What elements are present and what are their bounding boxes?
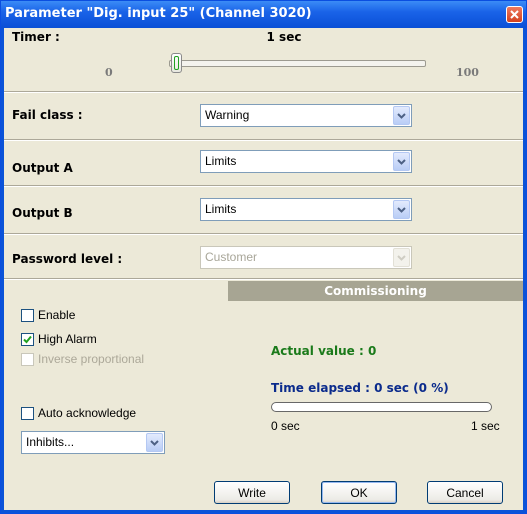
- write-button[interactable]: Write: [214, 481, 290, 504]
- inverse-proportional-checkbox: Inverse proportional: [21, 352, 144, 366]
- progress-max-label: 1 sec: [471, 419, 500, 433]
- checkmark-icon: [23, 335, 32, 343]
- divider: [4, 139, 523, 141]
- chevron-down-icon: [150, 439, 159, 446]
- password-level-select: Customer: [200, 246, 412, 269]
- divider: [4, 233, 523, 235]
- actual-value-text: Actual value : 0: [271, 344, 377, 358]
- divider: [4, 278, 523, 280]
- output-b-select[interactable]: Limits: [200, 198, 412, 221]
- dialog-window: Parameter "Dig. input 25" (Channel 3020)…: [0, 0, 527, 514]
- divider: [4, 91, 523, 93]
- timer-slider-track[interactable]: [169, 60, 426, 67]
- timer-slider-thumb[interactable]: [171, 53, 183, 73]
- inhibits-dropdown-button[interactable]: [146, 433, 163, 452]
- password-level-dropdown-button: [393, 248, 410, 267]
- window-title: Parameter "Dig. input 25" (Channel 3020): [5, 6, 312, 21]
- cancel-button[interactable]: Cancel: [427, 481, 503, 504]
- close-button[interactable]: [506, 6, 523, 23]
- timer-min-label: 0: [105, 66, 113, 79]
- inverse-proportional-checkbox-box: [21, 352, 34, 366]
- timer-label: Timer :: [12, 30, 60, 44]
- chevron-down-icon: [397, 158, 406, 165]
- enable-checkbox-box[interactable]: [21, 308, 34, 322]
- dialog-body: Timer : 1 sec 0 100 Fail class : Warning…: [4, 28, 523, 510]
- ok-button[interactable]: OK: [321, 481, 397, 504]
- timer-max-label: 100: [456, 66, 479, 79]
- timer-value: 1 sec: [266, 30, 302, 44]
- high-alarm-checkbox-label: High Alarm: [38, 332, 97, 346]
- progress-min-label: 0 sec: [271, 419, 300, 433]
- close-icon: [510, 10, 519, 19]
- fail-class-label: Fail class :: [12, 108, 83, 122]
- inverse-proportional-checkbox-label: Inverse proportional: [38, 352, 145, 366]
- output-b-value: Limits: [205, 202, 237, 216]
- enable-checkbox-label: Enable: [38, 308, 76, 322]
- fail-class-dropdown-button[interactable]: [393, 106, 410, 125]
- time-progress-bar: [271, 402, 492, 412]
- inhibits-select[interactable]: Inhibits...: [21, 431, 165, 454]
- high-alarm-checkbox[interactable]: High Alarm: [21, 332, 97, 346]
- auto-acknowledge-checkbox-label: Auto acknowledge: [38, 406, 137, 420]
- output-a-dropdown-button[interactable]: [393, 152, 410, 171]
- high-alarm-checkbox-box[interactable]: [21, 332, 34, 346]
- auto-acknowledge-checkbox-box[interactable]: [21, 406, 34, 420]
- auto-acknowledge-checkbox[interactable]: Auto acknowledge: [21, 406, 136, 420]
- output-b-label: Output B: [12, 206, 73, 220]
- options-panel: Enable High Alarm Inverse proportional A…: [4, 281, 229, 510]
- output-b-dropdown-button[interactable]: [393, 200, 410, 219]
- password-level-value: Customer: [205, 250, 258, 264]
- fail-class-select[interactable]: Warning: [200, 104, 412, 127]
- inhibits-value: Inhibits...: [26, 435, 75, 449]
- title-bar[interactable]: Parameter "Dig. input 25" (Channel 3020): [1, 1, 526, 28]
- chevron-down-icon: [397, 206, 406, 213]
- chevron-down-icon: [397, 254, 406, 261]
- enable-checkbox[interactable]: Enable: [21, 308, 75, 322]
- commissioning-panel: Commissioning Actual value : 0 Time elap…: [228, 281, 523, 463]
- output-a-value: Limits: [205, 154, 237, 168]
- output-a-label: Output A: [12, 161, 73, 175]
- chevron-down-icon: [397, 112, 406, 119]
- time-elapsed-text: Time elapsed : 0 sec (0 %): [271, 381, 449, 395]
- divider: [4, 185, 523, 187]
- fail-class-value: Warning: [205, 108, 250, 122]
- password-level-label: Password level :: [12, 252, 123, 266]
- commissioning-header: Commissioning: [228, 281, 523, 301]
- output-a-select[interactable]: Limits: [200, 150, 412, 173]
